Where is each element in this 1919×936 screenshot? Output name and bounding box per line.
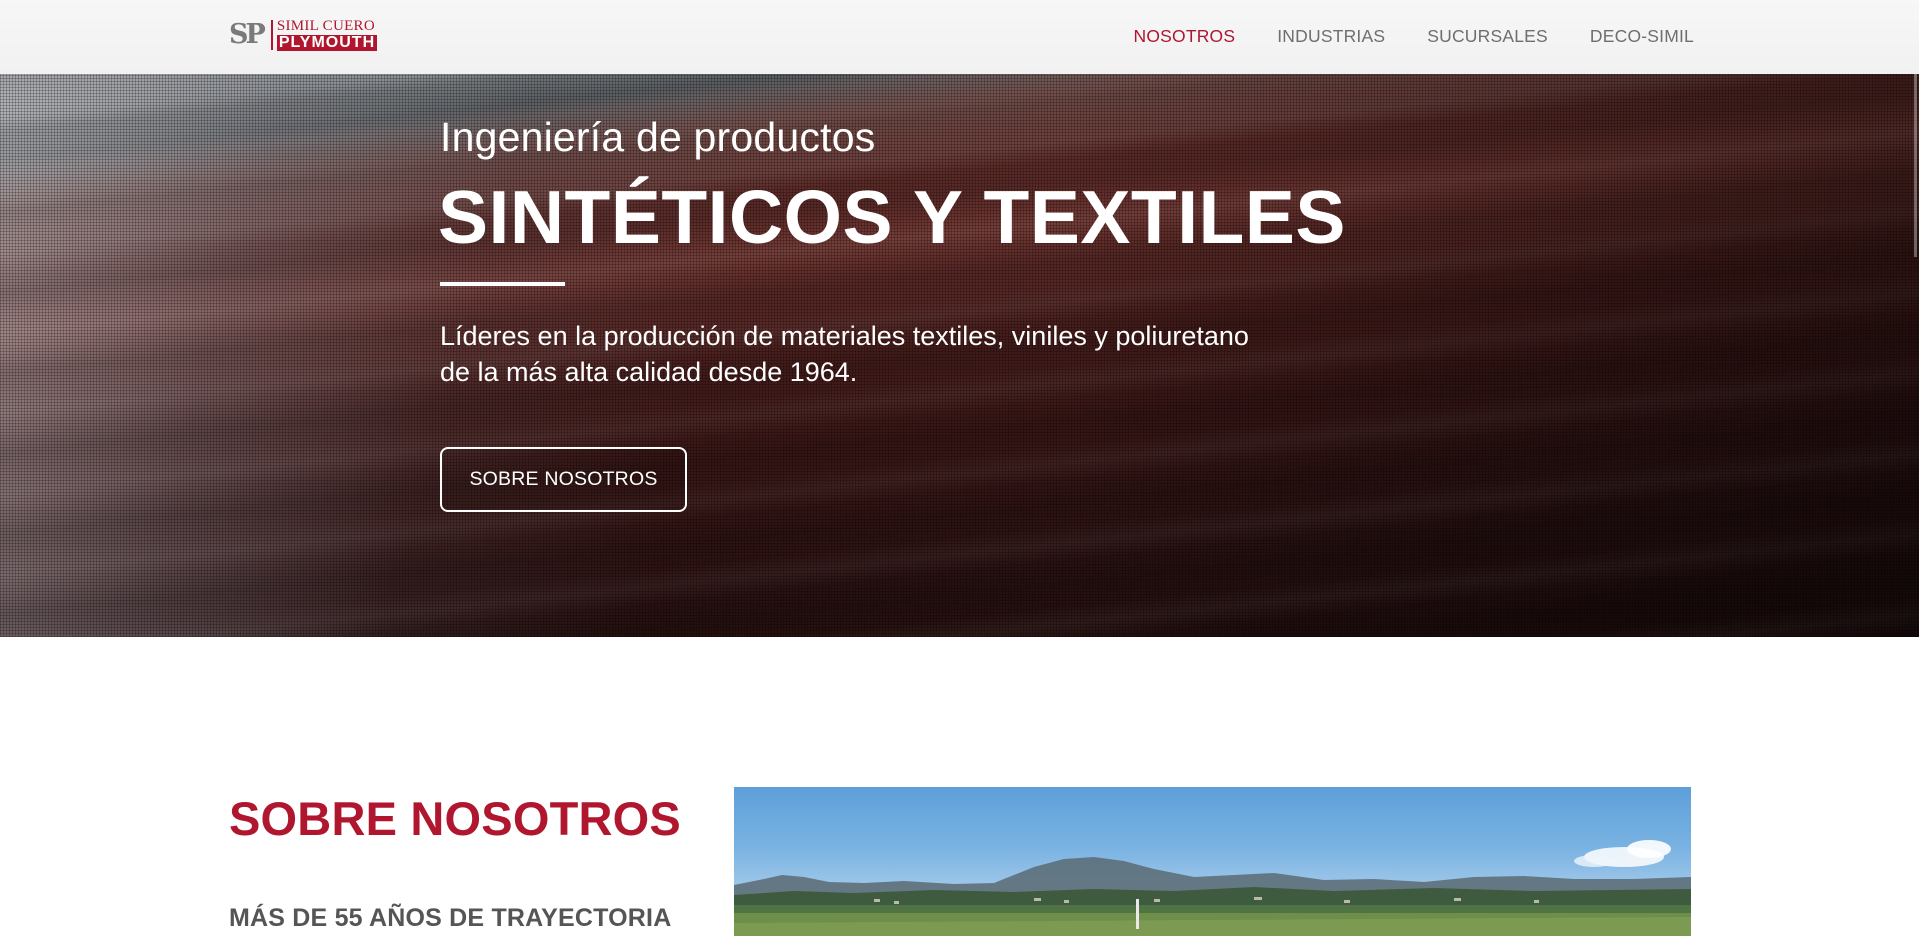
hero-scroll-indicator	[1914, 74, 1917, 257]
hero-divider	[440, 282, 565, 286]
sobre-nosotros-button[interactable]: SOBRE NOSOTROS	[440, 447, 687, 512]
hero-subtitle: Ingeniería de productos	[440, 114, 876, 160]
top-navbar: SP SIMIL CUERO PLYMOUTH NOSOTROS INDUSTR…	[0, 0, 1919, 75]
logo-name-top: SIMIL CUERO	[276, 18, 375, 34]
hero-title: SINTÉTICOS Y TEXTILES	[438, 175, 1346, 259]
landscape-illustration	[734, 840, 1691, 936]
hero-description: Líderes en la producción de materiales t…	[440, 318, 1340, 390]
hero-description-line-2: de la más alta calidad desde 1964.	[440, 357, 858, 387]
logo-wordmark: SIMIL CUERO PLYMOUTH	[276, 18, 378, 51]
logo-divider	[270, 20, 273, 50]
nav-item-deco-simil[interactable]: DECO-SIMIL	[1590, 26, 1694, 47]
logo-mark: SP	[229, 19, 266, 50]
brand-logo[interactable]: SP SIMIL CUERO PLYMOUTH	[229, 18, 378, 52]
nav-item-industrias[interactable]: INDUSTRIAS	[1277, 26, 1385, 47]
nav-item-nosotros[interactable]: NOSOTROS	[1134, 26, 1236, 47]
hero-description-line-1: Líderes en la producción de materiales t…	[440, 321, 1249, 351]
landscape-photo	[734, 787, 1691, 936]
main-menu: NOSOTROS INDUSTRIAS SUCURSALES DECO-SIMI…	[1092, 0, 1695, 72]
logo-name-bottom: PLYMOUTH	[276, 34, 378, 51]
about-title: SOBRE NOSOTROS	[229, 792, 681, 845]
about-subtitle: MÁS DE 55 AÑOS DE TRAYECTORIA	[229, 904, 672, 932]
hero-banner: Ingeniería de productos SINTÉTICOS Y TEX…	[0, 74, 1919, 637]
nav-item-sucursales[interactable]: SUCURSALES	[1427, 26, 1548, 47]
